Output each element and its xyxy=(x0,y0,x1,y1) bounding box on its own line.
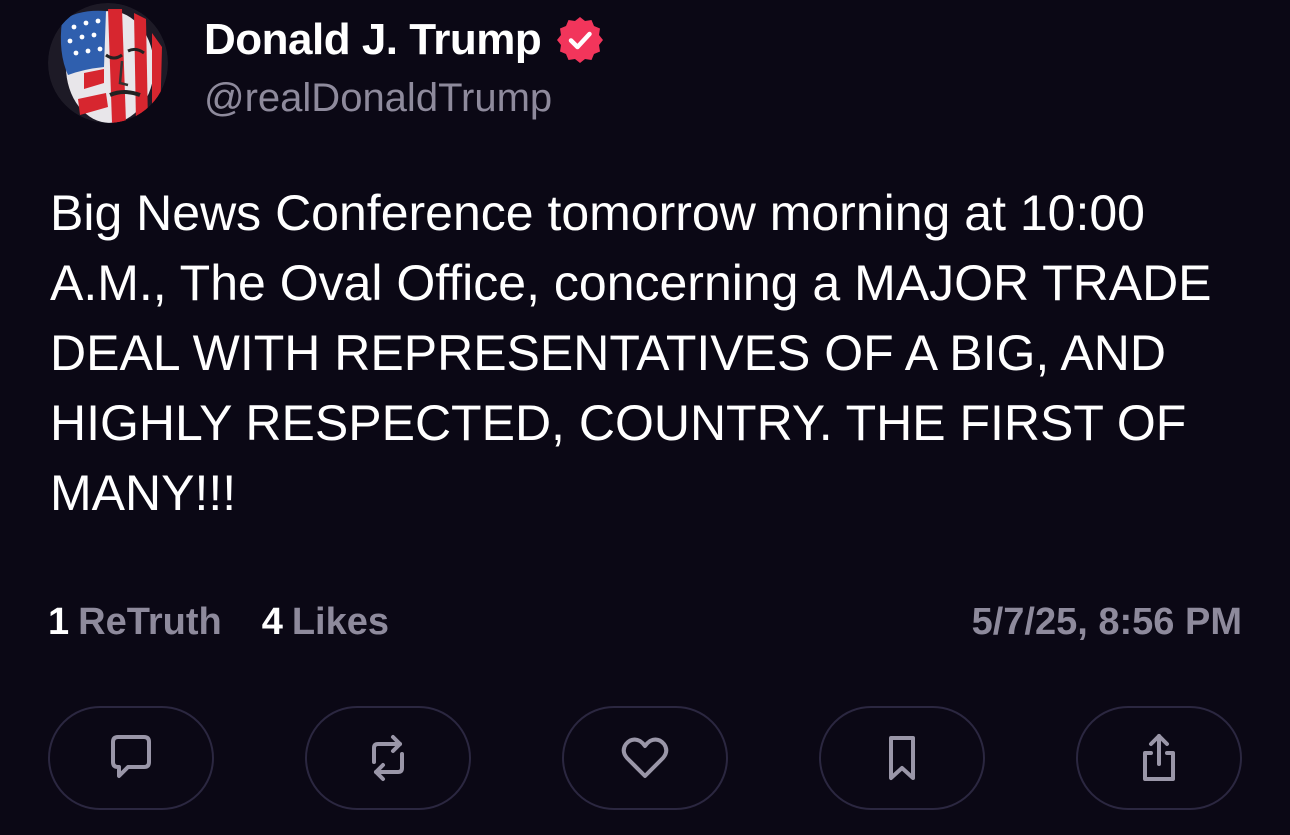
retruths-label: ReTruth xyxy=(78,600,222,643)
reply-button[interactable] xyxy=(48,706,214,810)
like-button[interactable] xyxy=(562,706,728,810)
retruths-count: 1 xyxy=(48,600,70,643)
likes-label: Likes xyxy=(291,600,390,643)
likes-count: 4 xyxy=(261,600,283,643)
bookmark-button[interactable] xyxy=(819,706,985,810)
retruths-stat[interactable]: 1 ReTruth xyxy=(48,601,222,644)
comment-icon xyxy=(111,735,151,778)
share-icon xyxy=(1143,734,1175,781)
post-timestamp: 5/7/25, 8:56 PM xyxy=(971,600,1242,643)
verified-badge-icon xyxy=(555,15,605,65)
retruth-icon xyxy=(372,735,404,781)
avatar-flag-portrait-icon xyxy=(48,3,168,123)
author-display-name[interactable]: Donald J. Trump xyxy=(204,15,542,65)
author-name-row: Donald J. Trump xyxy=(204,14,605,66)
post-text: Big News Conference tomorrow morning at … xyxy=(50,185,1212,521)
retruth-button[interactable] xyxy=(305,706,471,810)
heart-icon xyxy=(621,737,669,778)
share-button[interactable] xyxy=(1076,706,1242,810)
truth-post: Donald J. Trump @realDonaldTrump Big New… xyxy=(0,0,1290,835)
likes-stat[interactable]: 4 Likes xyxy=(262,601,389,644)
post-stats: 1 ReTruth 4 Likes 5/7/25, 8:56 PM xyxy=(48,598,1242,646)
bookmark-icon xyxy=(889,736,915,780)
author-handle[interactable]: @realDonaldTrump xyxy=(204,76,552,121)
post-actions xyxy=(48,706,1242,812)
author-avatar[interactable] xyxy=(48,3,168,123)
